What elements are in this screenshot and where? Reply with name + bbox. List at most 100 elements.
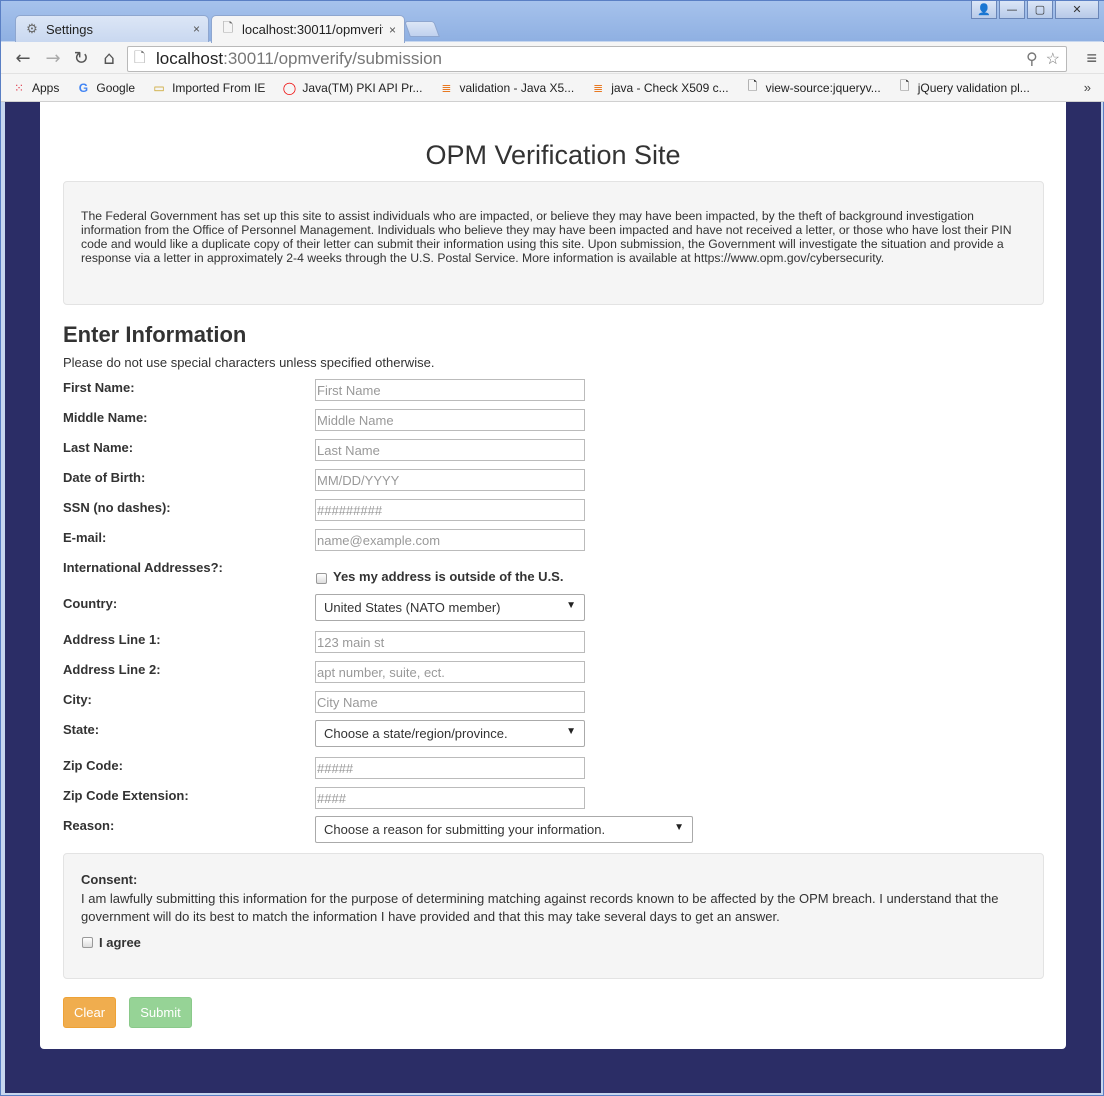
gear-icon: ⚙ — [26, 21, 38, 36]
address-bar[interactable]: 🗋 localhost:30011/opmverify/submission ⚲… — [127, 46, 1067, 72]
dob-label: Date of Birth: — [63, 470, 146, 485]
last-name-input[interactable] — [315, 439, 585, 461]
bookmark-label: Java(TM) PKI API Pr... — [302, 80, 423, 95]
form-card: OPM Verification Site The Federal Govern… — [40, 102, 1066, 1049]
google-icon: G — [78, 80, 89, 95]
bookmark-view-source[interactable]: 🗋 view-source:jqueryv... — [745, 77, 881, 98]
form-hint: Please do not use special characters unl… — [63, 355, 435, 370]
folder-icon: ▭ — [153, 80, 165, 95]
middle-name-label: Middle Name: — [63, 410, 148, 425]
address2-label: Address Line 2: — [63, 662, 161, 677]
tab-opmverify[interactable]: 🗋 localhost:30011/opmverify × — [211, 15, 405, 43]
address1-input[interactable] — [315, 631, 585, 653]
zip-input[interactable] — [315, 757, 585, 779]
ssn-input[interactable] — [315, 499, 585, 521]
bookmark-google[interactable]: G Google — [75, 81, 135, 95]
bookmark-label: validation - Java X5... — [459, 80, 575, 95]
reason-select[interactable]: Choose a reason for submitting your info… — [315, 816, 693, 843]
zip-ext-input[interactable] — [315, 787, 585, 809]
reload-icon[interactable]: ↻ — [71, 48, 91, 69]
home-icon[interactable]: ⌂ — [99, 48, 119, 69]
maximize-button[interactable]: ▢ — [1027, 1, 1053, 19]
middle-name-input[interactable] — [315, 409, 585, 431]
page-icon: 🗋 — [747, 79, 758, 93]
bookmark-label: jQuery validation pl... — [917, 80, 1030, 95]
bookmark-java-check-x509[interactable]: ≣ java - Check X509 c... — [590, 81, 728, 95]
bookmark-apps[interactable]: ⁙ Apps — [11, 81, 59, 95]
back-icon[interactable]: ← — [13, 48, 33, 69]
zip-label: Zip Code: — [63, 758, 123, 773]
menu-icon[interactable]: ≡ — [1086, 48, 1097, 69]
tab-label: Settings — [46, 21, 93, 37]
reason-label: Reason: — [63, 818, 115, 833]
page-background: OPM Verification Site The Federal Govern… — [5, 102, 1101, 1093]
bookmark-jquery-validation[interactable]: 🗋 jQuery validation pl... — [897, 77, 1030, 98]
bookmark-label: view-source:jqueryv... — [765, 80, 881, 95]
star-icon[interactable]: ☆ — [1046, 49, 1060, 69]
state-label: State: — [63, 722, 100, 737]
agree-label: I agree — [99, 935, 141, 950]
bookmark-label: Apps — [32, 80, 60, 95]
submit-button[interactable]: Submit — [129, 997, 192, 1028]
email-input[interactable] — [315, 529, 585, 551]
chevron-down-icon: ▼ — [566, 726, 576, 737]
page-icon: 🗋 — [222, 19, 234, 35]
minimize-button[interactable]: — — [999, 1, 1025, 19]
agree-checkbox[interactable] — [82, 937, 93, 948]
bookmark-label: Imported From IE — [172, 80, 266, 95]
reason-select-value: Choose a reason for submitting your info… — [324, 822, 606, 837]
bookmark-label: Google — [96, 80, 136, 95]
stackoverflow-icon: ≣ — [593, 80, 604, 95]
state-select-value: Choose a state/region/province. — [324, 726, 508, 741]
close-icon[interactable]: × — [193, 22, 200, 36]
dob-input[interactable] — [315, 469, 585, 491]
bookmark-label: java - Check X509 c... — [611, 80, 729, 95]
intro-well: The Federal Government has set up this s… — [63, 181, 1044, 305]
first-name-label: First Name: — [63, 380, 135, 395]
international-checkbox[interactable] — [316, 573, 327, 584]
url-path: :30011/opmverify/submission — [223, 49, 443, 68]
bookmarks-overflow-icon[interactable]: » — [1084, 80, 1091, 95]
country-select[interactable]: United States (NATO member) ▼ — [315, 594, 585, 621]
country-label: Country: — [63, 596, 118, 611]
new-tab-button[interactable] — [404, 21, 440, 37]
stackoverflow-icon: ≣ — [441, 80, 452, 95]
url-host: localhost — [156, 49, 224, 68]
close-window-button[interactable]: ✕ — [1055, 1, 1099, 19]
tab-settings[interactable]: ⚙ Settings × — [15, 15, 209, 42]
window-controls: 👤 — ▢ ✕ — [971, 1, 1099, 19]
forward-icon[interactable]: → — [43, 48, 63, 69]
page-title: OPM Verification Site — [425, 140, 681, 170]
tab-label: localhost:30011/opmverify — [242, 22, 383, 37]
international-label: International Addresses?: — [63, 560, 223, 575]
title-bar: 👤 — ▢ ✕ ⚙ Settings × 🗋 localhost:30011/o… — [1, 1, 1104, 43]
page-icon: 🗋 — [899, 79, 910, 93]
consent-title: Consent: — [81, 872, 138, 887]
user-icon[interactable]: 👤 — [971, 1, 997, 19]
browser-toolbar: ← → ↻ ⌂ 🗋 localhost:30011/opmverify/subm… — [1, 42, 1104, 74]
bookmark-imported-from-ie[interactable]: ▭ Imported From IE — [151, 81, 265, 95]
zip-ext-label: Zip Code Extension: — [63, 788, 189, 803]
search-icon[interactable]: ⚲ — [1026, 49, 1038, 69]
email-label: E-mail: — [63, 530, 107, 545]
browser-window: 👤 — ▢ ✕ ⚙ Settings × 🗋 localhost:30011/o… — [0, 0, 1104, 1096]
clear-button[interactable]: Clear — [63, 997, 116, 1028]
chevron-down-icon: ▼ — [566, 600, 576, 611]
bookmark-java-pki[interactable]: ◯ Java(TM) PKI API Pr... — [281, 80, 423, 95]
consent-text: I am lawfully submitting this informatio… — [81, 891, 999, 924]
address2-input[interactable] — [315, 661, 585, 683]
consent-well: Consent: I am lawfully submitting this i… — [63, 853, 1044, 979]
bookmark-validation-java[interactable]: ≣ validation - Java X5... — [438, 81, 574, 95]
address1-label: Address Line 1: — [63, 632, 161, 647]
close-icon[interactable]: × — [389, 23, 396, 37]
oracle-icon: ◯ — [282, 80, 297, 95]
city-input[interactable] — [315, 691, 585, 713]
apps-grid-icon: ⁙ — [13, 80, 25, 95]
bookmarks-bar: ⁙ Apps G Google ▭ Imported From IE ◯ Jav… — [1, 74, 1104, 102]
chevron-down-icon: ▼ — [674, 822, 684, 833]
last-name-label: Last Name: — [63, 440, 134, 455]
intro-text: The Federal Government has set up this s… — [81, 209, 1012, 265]
state-select[interactable]: Choose a state/region/province. ▼ — [315, 720, 585, 747]
page-icon: 🗋 — [134, 49, 146, 65]
first-name-input[interactable] — [315, 379, 585, 401]
